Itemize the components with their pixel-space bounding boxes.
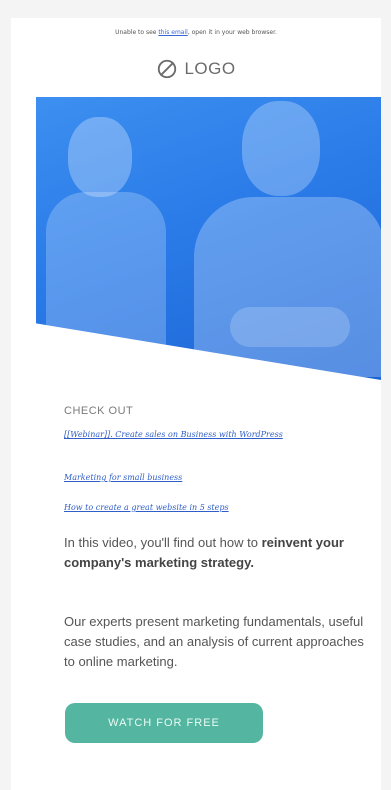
section-label: CHECK OUT xyxy=(64,405,134,417)
preheader: Unable to see this email, open it in you… xyxy=(11,29,381,36)
hero-image xyxy=(36,97,381,380)
hero-figure-hands xyxy=(230,307,350,347)
article-link-1[interactable]: [[Webinar]]. Create sales on Business wi… xyxy=(64,429,354,441)
hero-figure-woman-body xyxy=(46,192,166,352)
email-card: Unable to see this email, open it in you… xyxy=(11,18,381,790)
intro-text: In this video, you'll find out how to xyxy=(64,535,262,550)
article-link-2[interactable]: Marketing for small business xyxy=(64,472,354,484)
logo-text: LOGO xyxy=(184,59,236,78)
logo: LOGO xyxy=(11,58,381,80)
article-link-3[interactable]: How to create a great website in 5 steps xyxy=(64,502,354,514)
hero-figure-woman-head xyxy=(68,117,132,197)
preheader-text-end: , open it in your web browser. xyxy=(187,29,277,36)
hero-figure-man-head xyxy=(242,101,320,196)
intro-paragraph: In this video, you'll find out how to re… xyxy=(64,533,364,573)
body-paragraph: Our experts present marketing fundamenta… xyxy=(64,614,364,669)
preheader-link[interactable]: this email xyxy=(158,29,187,36)
logo-icon xyxy=(158,59,177,79)
hero-figure-man-body xyxy=(194,197,381,377)
preheader-text: Unable to see xyxy=(115,29,159,36)
watch-for-free-button[interactable]: WATCH FOR FREE xyxy=(65,703,263,743)
